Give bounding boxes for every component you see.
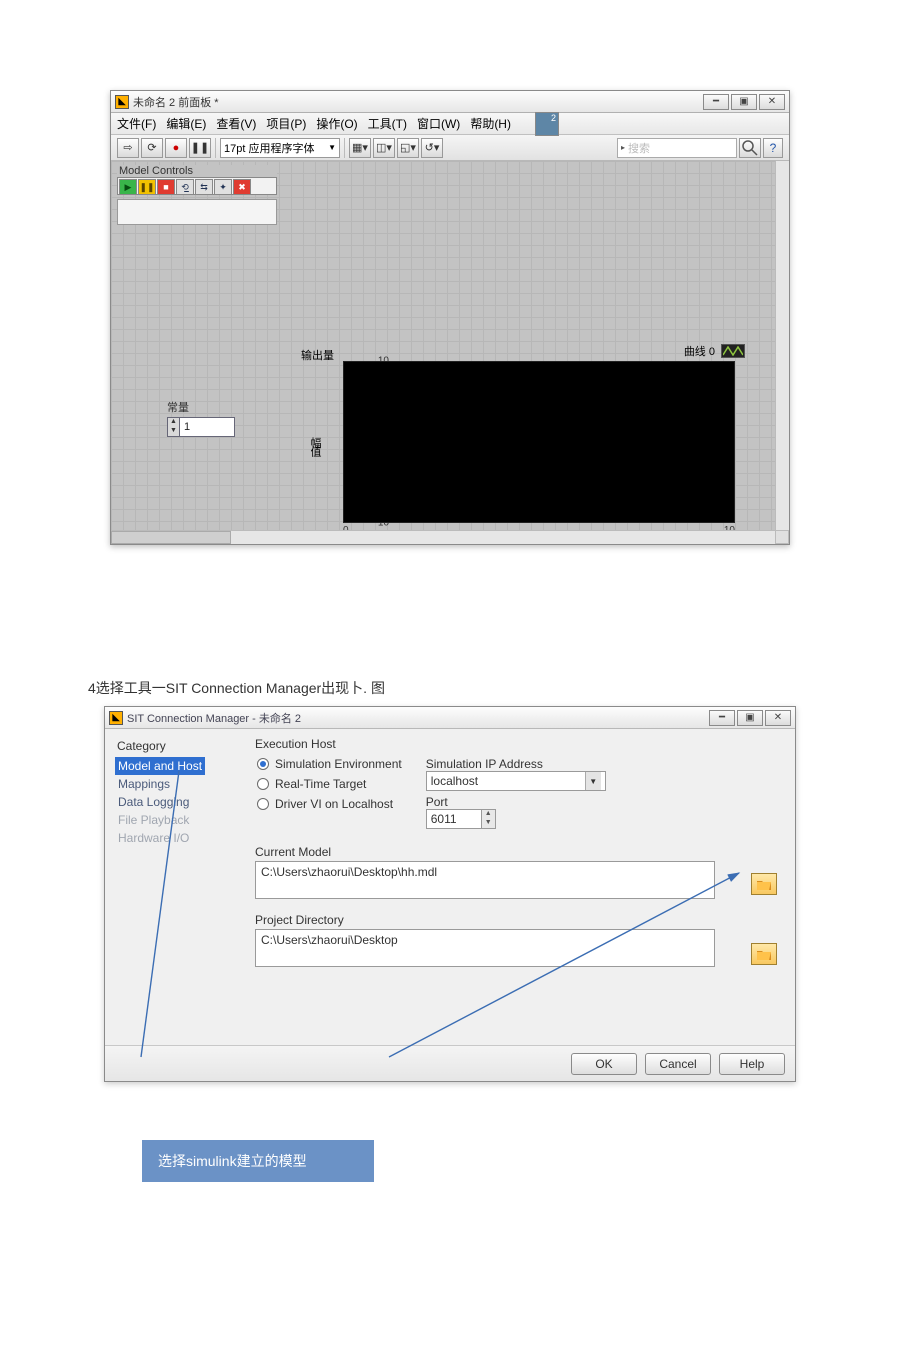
model-stop-button[interactable]: ■ [157, 179, 175, 195]
distribute-button[interactable]: ◫▾ [373, 138, 395, 158]
model-close-button[interactable]: ✖ [233, 179, 251, 195]
port-spinner[interactable]: ▲▼ [482, 809, 496, 829]
menu-window[interactable]: 窗口(W) [417, 115, 460, 132]
model-sync-button[interactable]: ⇆ [195, 179, 213, 195]
labview-app-icon: ◣ [115, 95, 129, 109]
labview-front-panel-window: ◣ 未命名 2 前面板 * ━ ▣ ✕ 文件(F) 编辑(E) 查看(V) 项目… [110, 90, 790, 545]
menu-project[interactable]: 项目(P) [266, 115, 306, 132]
labview-app-icon: ◣ [109, 711, 123, 725]
radio-icon [257, 798, 269, 810]
category-mappings[interactable]: Mappings [115, 777, 173, 791]
front-panel-canvas[interactable]: Model Controls ▶ ❚❚ ■ ⟲̲ ⇆ ✦ ✖ 常量 ▲▼ 1 [111, 161, 789, 530]
menu-tools[interactable]: 工具(T) [368, 115, 407, 132]
category-file-playback: File Playback [115, 813, 192, 827]
category-model-and-host[interactable]: Model and Host [115, 757, 205, 775]
menu-operate[interactable]: 操作(O) [316, 115, 357, 132]
search-dropdown-icon: ▸ [621, 143, 625, 152]
y-axis-label: 幅值 [307, 437, 323, 455]
run-button[interactable]: ⇨ [117, 138, 139, 158]
constant-spinner[interactable]: ▲▼ [167, 417, 179, 437]
model-pause-button[interactable]: ❚❚ [138, 179, 156, 195]
browse-model-button[interactable] [751, 873, 777, 895]
output-label: 输出量 [301, 347, 334, 363]
help-button[interactable]: Help [719, 1053, 785, 1075]
menu-file[interactable]: 文件(F) [117, 115, 156, 132]
port-input[interactable]: 6011 [426, 809, 482, 829]
folder-icon [757, 879, 771, 890]
vertical-scrollbar[interactable] [775, 161, 789, 530]
constant-control: 常量 ▲▼ 1 [167, 399, 235, 437]
window-title: 未命名 2 前面板 * [133, 94, 219, 110]
model-run-button[interactable]: ▶ [119, 179, 137, 195]
sit-dialog-footer: OK Cancel Help [105, 1045, 795, 1081]
callout-select-simulink-model: 选择simulink建立的模型 [142, 1140, 374, 1182]
model-controls-panel: Model Controls ▶ ❚❚ ■ ⟲̲ ⇆ ✦ ✖ [117, 165, 277, 225]
radio-simulation-environment[interactable]: Simulation Environment [257, 757, 402, 771]
sit-window-title: SIT Connection Manager - 未命名 2 [127, 710, 301, 726]
category-hardware-io: Hardware I/O [115, 831, 192, 845]
radio-icon [257, 778, 269, 790]
pause-button[interactable]: ❚❚ [189, 138, 211, 158]
current-model-label: Current Model [255, 845, 783, 859]
constant-input[interactable]: 1 [179, 417, 235, 437]
menu-edit[interactable]: 编辑(E) [166, 115, 206, 132]
resize-button[interactable]: ◱▾ [397, 138, 419, 158]
maximize-button[interactable]: ▣ [737, 710, 763, 726]
category-list: Model and Host Mappings Data Logging Fil… [115, 757, 245, 847]
model-controls-label: Model Controls [117, 165, 277, 177]
horizontal-scrollbar[interactable] [111, 530, 775, 544]
dropdown-icon: ▼ [328, 143, 336, 152]
vi-icon[interactable]: 2 [535, 112, 559, 136]
sit-titlebar[interactable]: ◣ SIT Connection Manager - 未命名 2 ━ ▣ ✕ [105, 707, 795, 729]
project-directory-label: Project Directory [255, 913, 783, 927]
folder-icon [757, 949, 771, 960]
minimize-button[interactable]: ━ [703, 94, 729, 110]
minimize-button[interactable]: ━ [709, 710, 735, 726]
port-label: Port [426, 795, 606, 809]
reorder-button[interactable]: ↺▾ [421, 138, 443, 158]
ok-button[interactable]: OK [571, 1053, 637, 1075]
labview-menubar: 文件(F) 编辑(E) 查看(V) 项目(P) 操作(O) 工具(T) 窗口(W… [111, 113, 789, 135]
menu-help[interactable]: 帮助(H) [470, 115, 511, 132]
model-reset-button[interactable]: ⟲̲ [176, 179, 194, 195]
execution-host-label: Execution Host [255, 737, 783, 751]
run-cont-button[interactable]: ⟳ [141, 138, 163, 158]
font-dropdown[interactable]: 17pt 应用程序字体▼ [220, 138, 340, 158]
legend-sample-icon [721, 344, 745, 358]
project-directory-input[interactable]: C:\Users\zhaorui\Desktop [255, 929, 715, 967]
scrollbar-thumb[interactable] [111, 531, 231, 544]
radio-driver-vi-localhost[interactable]: Driver VI on Localhost [257, 797, 402, 811]
labview-toolbar: ⇨ ⟳ ● ❚❚ 17pt 应用程序字体▼ ▦▾ ◫▾ ◱▾ ↺▾ ▸ 搜索 ? [111, 135, 789, 161]
model-display-area [117, 199, 277, 225]
radio-real-time-target[interactable]: Real-Time Target [257, 777, 402, 791]
maximize-button[interactable]: ▣ [731, 94, 757, 110]
current-model-path-input[interactable]: C:\Users\zhaorui\Desktop\hh.mdl [255, 861, 715, 899]
cancel-button[interactable]: Cancel [645, 1053, 711, 1075]
search-icon[interactable] [739, 138, 761, 158]
waveform-graph[interactable] [343, 361, 735, 523]
browse-project-button[interactable] [751, 943, 777, 965]
dropdown-icon: ▼ [585, 772, 601, 790]
plot-legend[interactable]: 曲线 0 [684, 343, 745, 359]
close-button[interactable]: ✕ [765, 710, 791, 726]
align-button[interactable]: ▦▾ [349, 138, 371, 158]
close-button[interactable]: ✕ [759, 94, 785, 110]
category-data-logging[interactable]: Data Logging [115, 795, 192, 809]
sim-ip-label: Simulation IP Address [426, 757, 606, 771]
search-input[interactable]: ▸ 搜索 [617, 138, 737, 158]
step-4-caption: 4选择工具一SIT Connection Manager出现卜. 图 [88, 678, 385, 698]
labview-titlebar[interactable]: ◣ 未命名 2 前面板 * ━ ▣ ✕ [111, 91, 789, 113]
scrollbar-corner [775, 530, 789, 544]
sit-connection-manager-window: ◣ SIT Connection Manager - 未命名 2 ━ ▣ ✕ C… [104, 706, 796, 1082]
constant-label: 常量 [167, 399, 235, 415]
context-help-button[interactable]: ? [763, 138, 783, 158]
sim-ip-input[interactable]: localhost ▼ [426, 771, 606, 791]
model-config-button[interactable]: ✦ [214, 179, 232, 195]
radio-icon [257, 758, 269, 770]
menu-view[interactable]: 查看(V) [216, 115, 256, 132]
abort-button[interactable]: ● [165, 138, 187, 158]
